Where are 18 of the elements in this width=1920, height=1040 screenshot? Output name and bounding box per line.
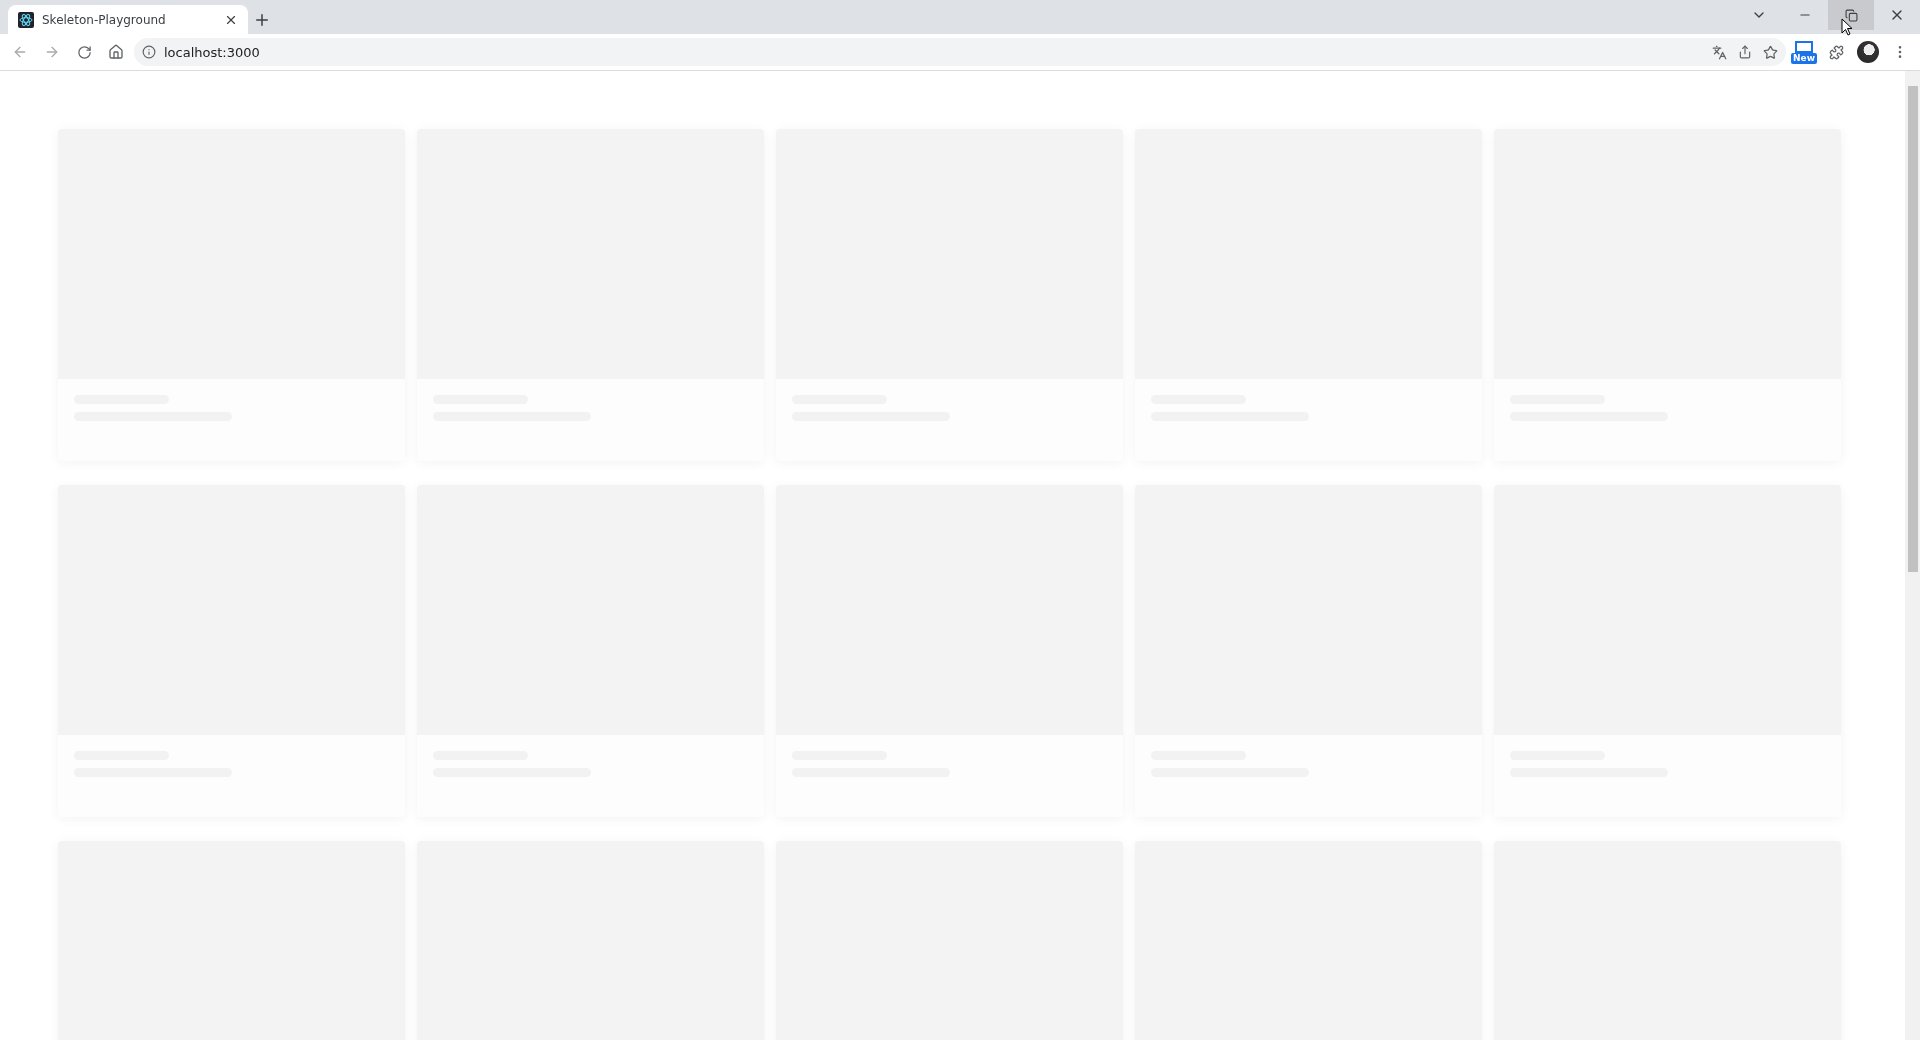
new-badge: New (1791, 52, 1817, 64)
scrollbar-thumb[interactable] (1907, 86, 1918, 572)
tab-title: Skeleton-Playground (42, 12, 167, 27)
address-bar[interactable]: localhost:3000 (134, 38, 1786, 66)
reload-icon[interactable] (76, 44, 92, 60)
scrollbar[interactable] (1905, 71, 1920, 1040)
restore-icon[interactable] (1844, 8, 1858, 22)
avatar[interactable] (1857, 41, 1879, 63)
translate-icon[interactable] (1712, 44, 1727, 60)
url-text: localhost:3000 (164, 44, 261, 60)
home-icon[interactable] (108, 44, 124, 60)
share-icon[interactable] (1738, 45, 1752, 59)
info-icon[interactable] (142, 45, 156, 59)
atom-icon (18, 11, 34, 28)
extension-icon[interactable] (1795, 40, 1813, 53)
browser-tab[interactable]: Skeleton-Playground (8, 5, 248, 34)
bookmark-star-icon[interactable] (1763, 44, 1778, 60)
puzzle-icon[interactable] (1828, 44, 1844, 60)
